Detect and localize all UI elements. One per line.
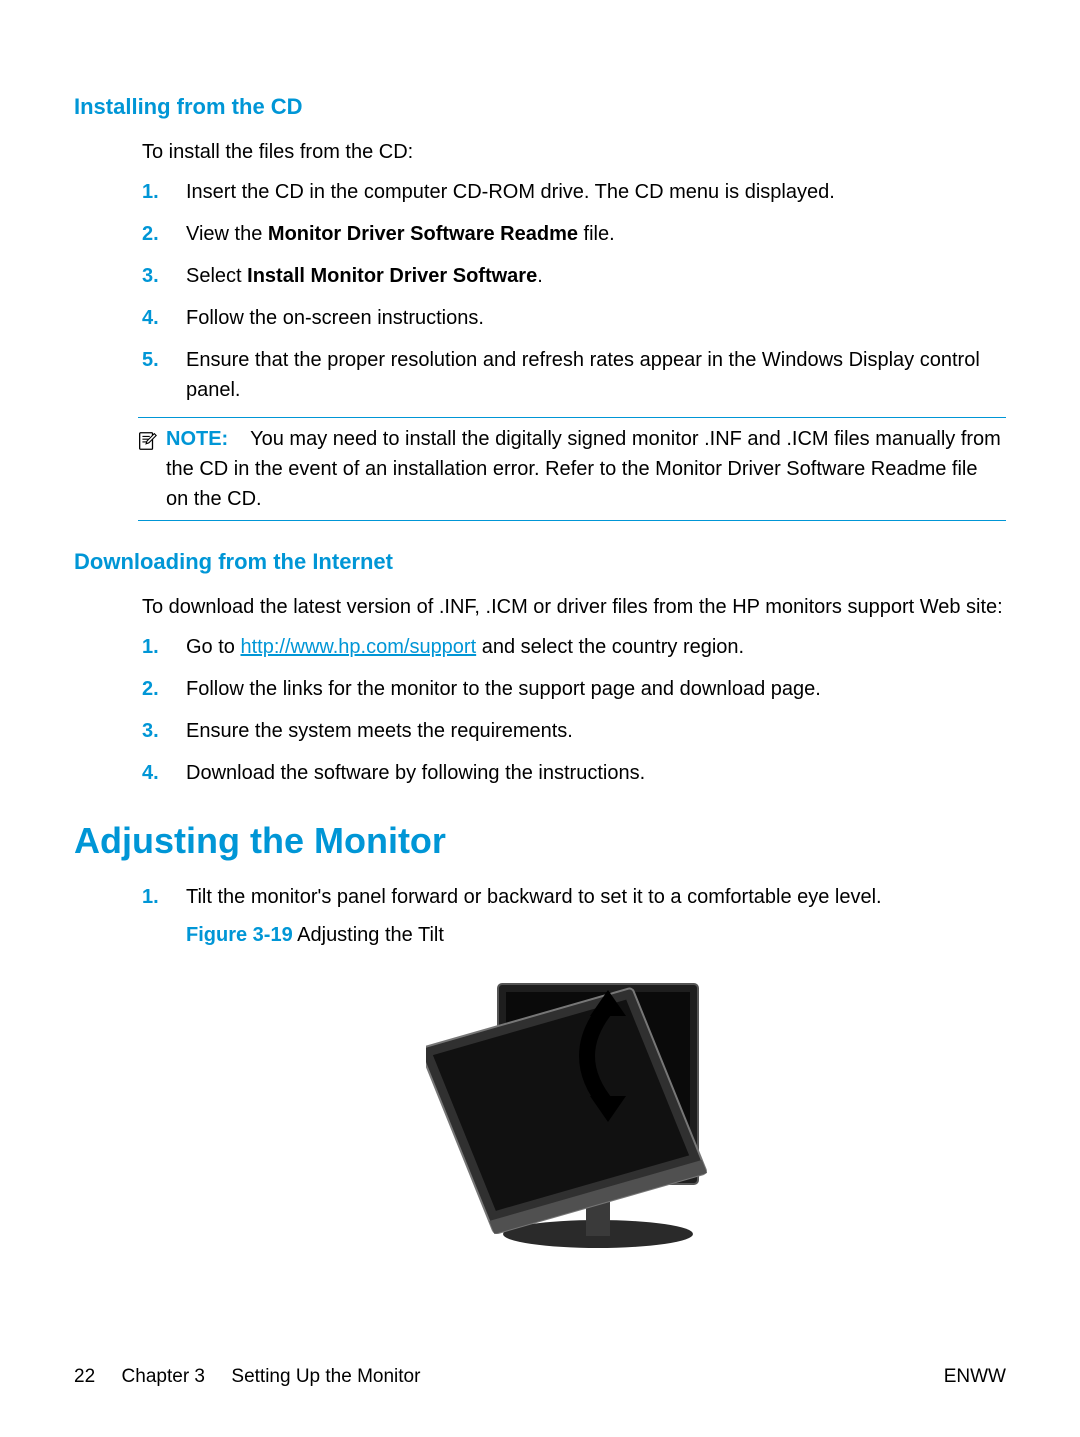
list-item: 5. Ensure that the proper resolution and…	[142, 345, 1006, 405]
page-number: 22	[74, 1366, 95, 1387]
chapter-title: Setting Up the Monitor	[231, 1366, 420, 1387]
steps-list-3: 1. Tilt the monitor's panel forward or b…	[142, 882, 1006, 1256]
intro-para-1: To install the files from the CD:	[142, 137, 1006, 167]
step-text: Go to http://www.hp.com/support and sele…	[186, 636, 744, 658]
steps-list-2: 1. Go to http://www.hp.com/support and s…	[142, 632, 1006, 788]
support-link[interactable]: http://www.hp.com/support	[240, 636, 476, 658]
figure-caption: Figure 3-19 Adjusting the Tilt	[186, 920, 1006, 950]
list-item: 1. Tilt the monitor's panel forward or b…	[142, 882, 1006, 1256]
step-text: Tilt the monitor's panel forward or back…	[186, 886, 882, 908]
note-text: You may need to install the digitally si…	[166, 428, 1001, 510]
step-text: Select Install Monitor Driver Software.	[186, 265, 543, 287]
note-box: NOTE: You may need to install the digita…	[138, 417, 1006, 521]
list-item: 3. Ensure the system meets the requireme…	[142, 716, 1006, 746]
step-text: Ensure the system meets the requirements…	[186, 720, 573, 742]
chapter-label: Chapter 3	[122, 1366, 205, 1387]
list-item: 1. Insert the CD in the computer CD-ROM …	[142, 177, 1006, 207]
step-text: Follow the on-screen instructions.	[186, 307, 484, 329]
step-number: 1.	[142, 882, 159, 912]
step-number: 5.	[142, 345, 159, 375]
step-text: Ensure that the proper resolution and re…	[186, 349, 980, 401]
step-number: 3.	[142, 261, 159, 291]
list-item: 2. View the Monitor Driver Software Read…	[142, 219, 1006, 249]
step-text: View the Monitor Driver Software Readme …	[186, 223, 615, 245]
step-number: 4.	[142, 758, 159, 788]
heading-downloading-from-internet: Downloading from the Internet	[74, 545, 1006, 578]
list-item: 4. Download the software by following th…	[142, 758, 1006, 788]
note-label: NOTE:	[166, 428, 228, 450]
monitor-tilt-figure	[426, 956, 766, 1256]
list-item: 3. Select Install Monitor Driver Softwar…	[142, 261, 1006, 291]
step-text: Download the software by following the i…	[186, 762, 645, 784]
intro-para-2: To download the latest version of .INF, …	[142, 592, 1006, 622]
step-number: 1.	[142, 632, 159, 662]
step-number: 2.	[142, 219, 159, 249]
footer-right: ENWW	[944, 1363, 1006, 1392]
heading-installing-from-cd: Installing from the CD	[74, 90, 1006, 123]
list-item: 1. Go to http://www.hp.com/support and s…	[142, 632, 1006, 662]
list-item: 4. Follow the on-screen instructions.	[142, 303, 1006, 333]
step-number: 1.	[142, 177, 159, 207]
step-text: Follow the links for the monitor to the …	[186, 678, 821, 700]
list-item: 2. Follow the links for the monitor to t…	[142, 674, 1006, 704]
page-footer: 22 Chapter 3 Setting Up the Monitor ENWW	[74, 1363, 1006, 1392]
steps-list-1: 1. Insert the CD in the computer CD-ROM …	[142, 177, 1006, 405]
step-number: 2.	[142, 674, 159, 704]
step-number: 3.	[142, 716, 159, 746]
note-icon	[136, 430, 158, 452]
heading-adjusting-monitor: Adjusting the Monitor	[74, 814, 1006, 868]
step-number: 4.	[142, 303, 159, 333]
step-text: Insert the CD in the computer CD-ROM dri…	[186, 181, 835, 203]
